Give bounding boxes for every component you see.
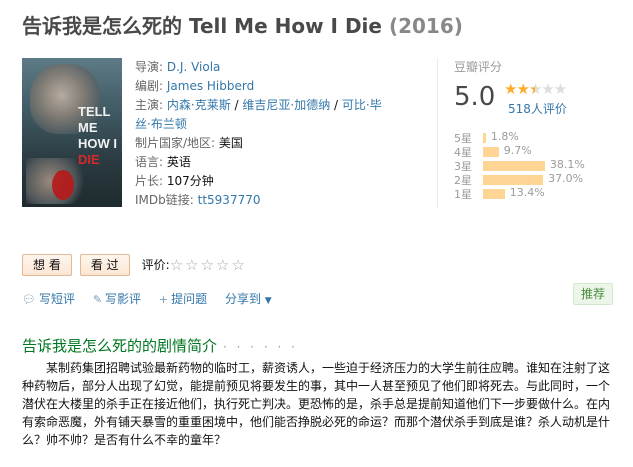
rating-row: 1星 13.4% (454, 186, 604, 201)
imdb-link[interactable]: tt5937770 (198, 193, 261, 207)
rating-bar (483, 189, 505, 199)
share-label: 分享到 (224, 292, 261, 306)
cast-link-3-continued[interactable]: 丝·布兰顿 (135, 117, 187, 131)
country-row: 制片国家/地区: 美国 (135, 134, 390, 153)
runtime-row: 片长: 107分钟 (135, 172, 390, 191)
rating-row-percent: 1.8% (490, 130, 519, 143)
poster-title-art: TELL ME HOW I DIE (78, 104, 122, 168)
rating-distribution: 5星 1.8% 4星 9.7% 3星 38.1% 2星 37.0% 1星 13.4% (454, 130, 604, 201)
writer-row: 编剧: James Hibberd (135, 77, 390, 96)
synopsis-text: 某制药集团招聘试验最新药物的临时工，薪资诱人，一些迫于经济压力的大学生前往应聘。… (22, 361, 611, 447)
action-bar: 💬︎ 写短评 ✎ 写影评 + 提问题 分享到 ▼ (22, 290, 286, 307)
runtime-label: 片长: (135, 174, 164, 188)
rate-stars-icon[interactable]: ☆☆☆☆☆ (170, 254, 247, 276)
synopsis-heading: 告诉我是怎么死的的剧情简介 (22, 337, 218, 355)
rating-row: 2星 37.0% (454, 172, 604, 187)
writer-label: 编剧: (135, 79, 164, 93)
cast-row: 主演: 内森·克莱斯 / 维吉尼亚·加德纳 / 可比·毕 (135, 96, 390, 115)
rating-row-percent: 13.4% (509, 186, 545, 199)
star-empty-icon: ★★ (541, 80, 567, 98)
imdb-row: IMDb链接: tt5937770 (135, 191, 390, 210)
rating-row: 5星 1.8% (454, 130, 604, 145)
rate-label: 评价: (141, 258, 170, 272)
cast-link-2[interactable]: 维吉尼亚·加德纳 (242, 98, 330, 112)
cast-link-1[interactable]: 内森·克莱斯 (167, 98, 231, 112)
country-value: 美国 (218, 136, 243, 150)
language-value: 英语 (166, 155, 191, 169)
write-short-review-link[interactable]: 💬︎ 写短评 (22, 290, 75, 307)
star-filled-icon: ★★ (504, 80, 530, 98)
poster-line-4: DIE (78, 152, 100, 167)
movie-title: 告诉我是怎么死的 Tell Me How I Die (22, 14, 382, 38)
writer-link[interactable]: James Hibberd (167, 79, 254, 93)
cast-label: 主演: (135, 98, 164, 112)
recommend-button[interactable]: 推荐 (573, 283, 614, 305)
pencil-icon: ✎ (92, 293, 103, 306)
rating-row-label: 1星 (454, 188, 472, 201)
rating-bar (483, 175, 544, 185)
share-dropdown[interactable]: 分享到 ▼ (225, 290, 272, 307)
rating-row-percent: 9.7% (503, 144, 532, 157)
want-to-watch-button[interactable]: 想 看 (22, 254, 72, 276)
cast-row-continued: 丝·布兰顿 (135, 115, 390, 134)
rating-score: 5.0 (454, 82, 496, 112)
page-title: 告诉我是怎么死的 Tell Me How I Die (2016) (22, 10, 463, 39)
synopsis-dots: · · · · · · (223, 340, 298, 354)
poster-line-2: ME (78, 120, 98, 135)
votes-link[interactable]: 518人评价 (508, 102, 567, 116)
cast-separator: / (330, 98, 342, 112)
rating-label: 豆瓣评分 (454, 60, 503, 74)
watched-button[interactable]: 看 过 (79, 254, 130, 276)
comment-icon: 💬︎ (22, 293, 36, 306)
rating-row-percent: 38.1% (549, 158, 585, 171)
poster-blood-drop (52, 170, 74, 200)
imdb-label: IMDb链接: (135, 193, 194, 207)
rating-bar (483, 133, 486, 143)
cast-link-3[interactable]: 可比·毕 (342, 98, 382, 112)
mark-buttons: 想 看看 过评价:☆☆☆☆☆ (22, 254, 247, 276)
movie-info: 导演: D.J. Viola 编剧: James Hibberd 主演: 内森·… (135, 58, 390, 210)
rating-panel: 豆瓣评分 5.0 ★★★★★ 518人评价 5星 1.8% 4星 9.7% 3星 38.1… (437, 58, 614, 208)
star-half-icon: ★ (528, 80, 542, 98)
rating-stars: ★★★★★ (504, 80, 567, 98)
language-label: 语言: (135, 155, 164, 169)
poster-line-1: TELL (78, 104, 111, 119)
plus-icon: + (158, 293, 169, 306)
director-row: 导演: D.J. Viola (135, 58, 390, 77)
ask-label: 提问题 (171, 292, 208, 306)
director-label: 导演: (135, 60, 164, 74)
poster-line-3: HOW I (78, 136, 117, 151)
rating-row: 3星 38.1% (454, 158, 604, 173)
synopsis-title: 告诉我是怎么死的的剧情简介 · · · · · · (22, 335, 298, 356)
movie-poster[interactable]: TELL ME HOW I DIE (22, 58, 122, 207)
runtime-value: 107分钟 (166, 174, 214, 188)
rating-bar (483, 147, 499, 157)
review-label: 写影评 (105, 292, 142, 306)
director-link[interactable]: D.J. Viola (167, 60, 221, 74)
rating-votes: 518人评价 (508, 100, 567, 117)
short-review-label: 写短评 (38, 292, 75, 306)
write-review-link[interactable]: ✎ 写影评 (93, 290, 141, 307)
movie-year: (2016) (388, 14, 463, 38)
chevron-down-icon: ▼ (264, 296, 272, 306)
rating-bar (483, 161, 545, 171)
rating-row: 4星 9.7% (454, 144, 604, 159)
country-label: 制片国家/地区: (135, 136, 216, 150)
cast-separator: / (230, 98, 243, 112)
rating-row-percent: 37.0% (548, 172, 584, 185)
language-row: 语言: 英语 (135, 153, 390, 172)
ask-question-link[interactable]: + 提问题 (159, 290, 207, 307)
